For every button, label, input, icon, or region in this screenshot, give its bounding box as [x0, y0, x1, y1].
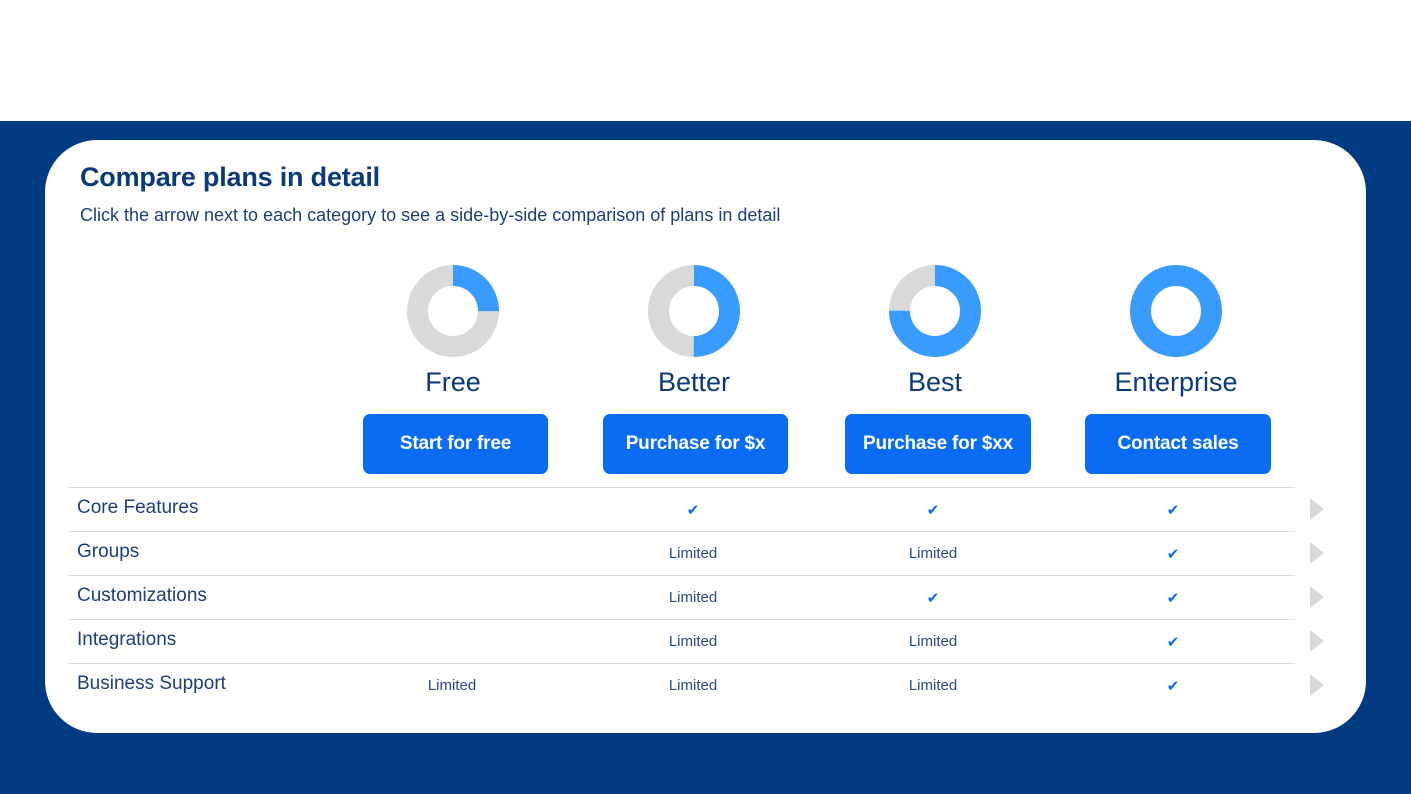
check-icon: ✔ [873, 488, 993, 531]
row-category-label: Business Support [77, 673, 226, 694]
check-icon: ✔ [926, 589, 940, 607]
page-subtitle: Click the arrow next to each category to… [80, 205, 781, 225]
plan-name: Better [657, 367, 731, 397]
check-icon: ✔ [1166, 677, 1180, 695]
plan-name: Best [907, 367, 963, 397]
plan-usage-donut-icon [1130, 265, 1222, 357]
check-icon: ✔ [686, 501, 700, 519]
table-row: Groups Limited Limited ✔ [68, 531, 1324, 575]
purchase-best-button[interactable]: Purchase for $xx [845, 414, 1031, 474]
plan-usage-donut-icon [407, 265, 499, 357]
plan-name: Free [425, 367, 481, 397]
empty-cell [392, 620, 512, 663]
chevron-right-icon[interactable] [1310, 542, 1324, 564]
chevron-right-icon[interactable] [1310, 586, 1324, 608]
chevron-right-icon[interactable] [1310, 498, 1324, 520]
empty-cell [392, 488, 512, 531]
empty-cell [392, 532, 512, 575]
check-icon: ✔ [1113, 664, 1233, 707]
start-for-free-button[interactable]: Start for free [363, 414, 548, 474]
donut-fill-arc [1130, 265, 1222, 357]
purchase-better-button[interactable]: Purchase for $x [603, 414, 788, 474]
plan-column-enterprise: Enterprise [1076, 264, 1276, 398]
plan-value-cell: Limited [908, 633, 958, 650]
check-icon: ✔ [1166, 545, 1180, 563]
row-category-label: Core Features [77, 497, 199, 518]
plan-column-better: Better [594, 264, 794, 398]
check-icon: ✔ [1166, 589, 1180, 607]
plan-value-cell: Limited [668, 633, 718, 650]
plan-column-free: Free [353, 264, 553, 398]
check-icon: ✔ [1113, 488, 1233, 531]
plan-value-cell: Limited [908, 677, 958, 694]
table-row: Core Features ✔ ✔ ✔ [68, 487, 1324, 531]
table-row: Integrations Limited Limited ✔ [68, 619, 1324, 663]
plan-usage-donut-icon [648, 265, 740, 357]
check-icon: ✔ [1113, 532, 1233, 575]
check-icon: ✔ [1166, 633, 1180, 651]
plan-value-cell: Limited [668, 589, 718, 606]
top-whitespace [0, 0, 1411, 121]
table-row: Customizations Limited ✔ ✔ [68, 575, 1324, 619]
check-icon: ✔ [873, 576, 993, 619]
row-category-label: Groups [77, 541, 140, 562]
check-icon: ✔ [1166, 501, 1180, 519]
plan-value-cell: Limited [668, 677, 718, 694]
check-icon: ✔ [1113, 576, 1233, 619]
check-icon: ✔ [926, 501, 940, 519]
plan-value-cell: Limited [668, 545, 718, 562]
plan-value-cell: Limited [427, 677, 477, 694]
table-row: Business Support Limited Limited Limited ✔ [68, 663, 1324, 707]
check-icon: ✔ [1113, 620, 1233, 663]
empty-cell [392, 576, 512, 619]
plan-column-best: Best [835, 264, 1035, 398]
contact-sales-button[interactable]: Contact sales [1085, 414, 1271, 474]
comparison-table: Core Features ✔ ✔ ✔ Groups Limited Limited ✔ Cus… [68, 487, 1324, 707]
row-category-label: Integrations [77, 629, 177, 650]
chevron-right-icon[interactable] [1310, 674, 1324, 696]
page-title: Compare plans in detail [80, 162, 380, 192]
row-category-label: Customizations [77, 585, 207, 606]
plan-usage-donut-icon [889, 265, 981, 357]
chevron-right-icon[interactable] [1310, 630, 1324, 652]
plan-name: Enterprise [1114, 367, 1238, 397]
check-icon: ✔ [633, 488, 753, 531]
plan-value-cell: Limited [908, 545, 958, 562]
